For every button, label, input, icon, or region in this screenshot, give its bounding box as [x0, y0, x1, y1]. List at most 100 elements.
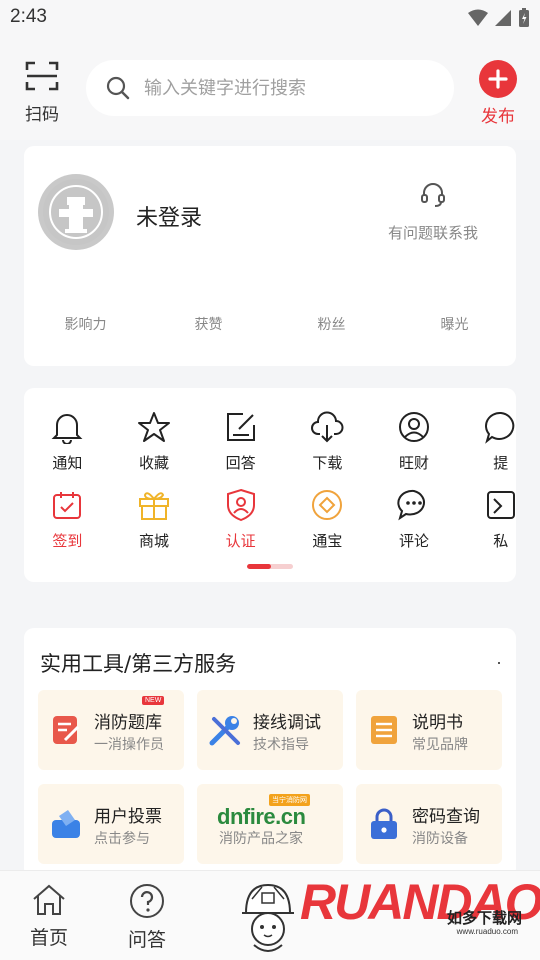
search-icon — [106, 76, 130, 100]
cloud-download-icon — [311, 411, 344, 443]
publish-label: 发布 — [481, 107, 515, 127]
watermark-url: www.ruaduo.com — [456, 927, 518, 936]
firefighter-mascot-icon — [242, 883, 294, 952]
menu-label: 通知 — [52, 454, 83, 472]
tool-wiring[interactable]: 接线调试 技术指导 — [197, 690, 343, 770]
stat-fans[interactable]: 粉丝 — [270, 314, 393, 334]
menu-label: 签到 — [52, 532, 83, 550]
watermark-logo: RUANDAO 如多下载网 www.ruaduo.com — [300, 871, 540, 960]
menu-item-notify[interactable]: 通知 — [24, 408, 111, 473]
menu-label: 评论 — [399, 532, 430, 550]
top-bar: 扫码 发布 — [0, 36, 540, 140]
comment-icon — [397, 489, 426, 521]
menu-label: 商城 — [139, 532, 170, 550]
menu-item-wangcai[interactable]: 旺财 — [371, 408, 458, 473]
menu-label: 认证 — [225, 532, 256, 550]
scan-button[interactable]: 扫码 — [20, 60, 64, 125]
avatar[interactable] — [38, 174, 114, 250]
tool-vote[interactable]: 用户投票 点击参与 — [38, 784, 184, 864]
dnfire-logo: dnfire.cn 当宁消防网 — [217, 794, 310, 830]
more-dot — [498, 662, 500, 664]
menu-label: 旺财 — [399, 454, 430, 472]
tab-home[interactable]: 首页 — [19, 883, 79, 950]
bell-icon — [51, 414, 83, 444]
menu-item-ask[interactable]: 提 — [457, 408, 516, 473]
status-time: 2:43 — [10, 6, 47, 27]
publish-button[interactable]: 发布 — [476, 60, 520, 127]
menu-item-verify[interactable]: 认证 — [197, 486, 284, 551]
menu-item-private[interactable]: 私 — [457, 486, 516, 551]
shield-user-icon — [226, 488, 255, 522]
tool-subtitle: 消防设备 — [412, 831, 468, 847]
dnfire-brand: dnfire.cn — [217, 804, 306, 829]
menu-row-2: 签到 商城 认证 通宝 评论 私 — [24, 486, 516, 551]
menu-item-favorite[interactable]: 收藏 — [111, 408, 198, 473]
menu-label: 提 — [493, 454, 509, 472]
contact-button[interactable]: 有问题联系我 — [378, 180, 488, 243]
tool-title: 接线调试 — [253, 713, 321, 733]
menu-item-mall[interactable]: 商城 — [111, 486, 198, 551]
question-icon — [130, 884, 164, 918]
vote-icon — [52, 810, 80, 838]
tool-title: 消防题库 — [94, 713, 162, 733]
tab-qa[interactable]: 问答 — [117, 883, 177, 952]
status-icons — [468, 8, 530, 28]
menu-item-answer[interactable]: 回答 — [197, 408, 284, 473]
calendar-check-icon — [53, 492, 82, 519]
menu-item-comment[interactable]: 评论 — [371, 486, 458, 551]
manual-icon — [371, 716, 397, 744]
message-icon — [486, 491, 515, 519]
new-badge: NEW — [142, 696, 165, 705]
menu-label: 私 — [493, 532, 509, 550]
menu-card: 通知 收藏 回答 下载 旺财 提 签到 商城 认证 通宝 评论 私 — [24, 388, 516, 582]
tool-title: 用户投票 — [94, 807, 162, 827]
menu-row-1: 通知 收藏 回答 下载 旺财 提 — [24, 408, 516, 473]
lock-icon — [371, 808, 397, 839]
watermark-cn: 如多下载网 — [446, 909, 522, 927]
tool-subtitle: 技术指导 — [253, 737, 309, 753]
tool-title: 密码查询 — [412, 807, 480, 827]
tools-title: 实用工具/第三方服务 — [40, 652, 237, 676]
menu-label: 通宝 — [312, 532, 343, 550]
home-icon — [33, 884, 65, 915]
tool-title: 说明书 — [412, 713, 463, 733]
menu-item-checkin[interactable]: 签到 — [24, 486, 111, 551]
tool-manual[interactable]: 说明书 常见品牌 — [356, 690, 502, 770]
menu-label: 收藏 — [139, 454, 170, 472]
search-input[interactable] — [144, 77, 424, 99]
tab-label: 问答 — [127, 929, 166, 951]
plus-icon — [479, 60, 517, 98]
profile-card: 未登录 有问题联系我 影响力 获赞 粉丝 曝光 — [24, 146, 516, 366]
tool-subtitle: 点击参与 — [94, 831, 150, 847]
battery-icon — [519, 8, 529, 27]
stat-exposure[interactable]: 曝光 — [393, 314, 516, 334]
edit-icon — [226, 413, 255, 441]
page-indicator — [247, 564, 293, 569]
tool-subtitle: 常见品牌 — [412, 737, 468, 753]
page-indicator-active — [247, 564, 271, 569]
scan-icon — [25, 61, 59, 91]
question-bank-icon — [53, 716, 80, 744]
tool-question-bank[interactable]: NEW 消防题库 一消操作员 — [38, 690, 184, 770]
chat-icon — [484, 411, 514, 444]
menu-label: 下载 — [312, 454, 343, 472]
stat-likes[interactable]: 获赞 — [147, 314, 270, 334]
menu-item-coin[interactable]: 通宝 — [284, 486, 371, 551]
menu-label: 回答 — [225, 454, 256, 472]
gift-icon — [139, 492, 169, 520]
user-circle-icon — [399, 412, 430, 442]
firefighter-mascot[interactable] — [238, 879, 298, 960]
star-icon — [138, 412, 170, 442]
profile-name[interactable]: 未登录 — [136, 200, 202, 232]
signal-icon — [495, 10, 511, 26]
tool-password[interactable]: 密码查询 消防设备 — [356, 784, 502, 864]
tab-label: 首页 — [29, 927, 68, 949]
hydrant-icon — [43, 179, 109, 245]
wifi-icon — [468, 9, 488, 26]
stat-influence[interactable]: 影响力 — [24, 314, 147, 334]
search-bar[interactable] — [86, 60, 454, 116]
profile-stats: 影响力 获赞 粉丝 曝光 — [24, 314, 516, 334]
coin-icon — [312, 490, 343, 520]
menu-item-download[interactable]: 下载 — [284, 408, 371, 473]
tool-dnfire[interactable]: dnfire.cn 当宁消防网 消防产品之家 — [197, 784, 343, 864]
